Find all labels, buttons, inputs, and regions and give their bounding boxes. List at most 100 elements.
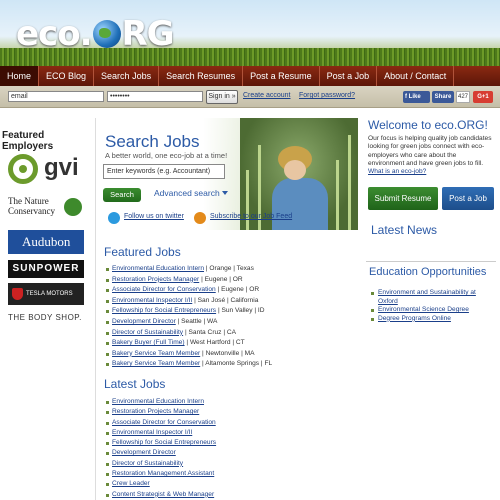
featured-employers-heading: Featured Employers: [2, 130, 54, 152]
job-location: | Eugene | OR: [217, 286, 260, 294]
google-plus-button[interactable]: G+1: [473, 91, 493, 103]
job-link[interactable]: Bakery Service Team Member: [112, 350, 200, 357]
list-item: Bakery Service Team Member | Newtonville…: [106, 349, 356, 360]
sign-in-button[interactable]: Sign in »: [206, 90, 238, 104]
welcome-heading: Welcome to eco.ORG!: [368, 118, 488, 132]
list-item: Crew Leader: [106, 479, 356, 489]
job-link[interactable]: Fellowship for Social Entrepreneurs: [112, 307, 216, 314]
list-item: Associate Director for Conservation: [106, 418, 356, 428]
list-item: Environmental Science Degree: [371, 306, 495, 315]
list-item: Development Director | Seattle | WA: [106, 317, 356, 328]
facebook-share-button[interactable]: Share: [432, 91, 454, 103]
job-link[interactable]: Director of Sustainability: [112, 460, 183, 467]
nav-post-job[interactable]: Post a Job: [320, 66, 378, 86]
list-item: Fellowship for Social Entrepreneurs | Su…: [106, 306, 356, 317]
gvi-logo-icon: [8, 154, 38, 184]
education-link[interactable]: Degree Programs Online: [378, 315, 451, 322]
nav-search-jobs[interactable]: Search Jobs: [94, 66, 160, 86]
job-link[interactable]: Environmental Education Intern: [112, 398, 204, 405]
job-link[interactable]: Associate Director for Conservation: [112, 419, 216, 426]
job-link[interactable]: Content Strategist & Web Manager: [112, 491, 214, 498]
search-jobs-heading: Search Jobs: [105, 132, 200, 151]
latest-jobs-list: Environmental Education Intern Restorati…: [106, 397, 356, 500]
latest-jobs-heading: Latest Jobs: [104, 377, 166, 391]
job-location: | San José | California: [194, 296, 259, 304]
list-item: Environment and Sustainability at Oxford: [371, 289, 495, 306]
gvi-logo-text: gvi: [44, 154, 79, 181]
logo-text-rg: RG: [121, 14, 175, 54]
login-bar: email •••••••• Sign in » Create account …: [0, 86, 500, 108]
job-feed-link[interactable]: Subscribe to our Job Feed: [210, 213, 292, 220]
list-item: Director of Sustainability: [106, 459, 356, 469]
employer-logo-audubon[interactable]: Audubon: [8, 230, 84, 254]
job-link[interactable]: Bakery Service Team Member: [112, 360, 200, 367]
education-link[interactable]: Environment and Sustainability at Oxford: [378, 289, 476, 305]
list-item: Restoration Projects Manager: [106, 407, 356, 417]
email-field[interactable]: email: [8, 91, 104, 102]
nav-about-contact[interactable]: About / Contact: [377, 66, 455, 86]
job-link[interactable]: Restoration Management Assistant: [112, 470, 214, 477]
create-account-link[interactable]: Create account: [243, 92, 290, 99]
logo-text-eco: eco.: [16, 14, 92, 54]
nav-post-resume[interactable]: Post a Resume: [243, 66, 320, 86]
keyword-search-input[interactable]: Enter keywords (e.g. Accountant): [103, 164, 225, 179]
list-item: Bakery Buyer (Full Time) | West Hartford…: [106, 338, 356, 349]
rss-icon[interactable]: [194, 212, 206, 224]
job-link[interactable]: Fellowship for Social Entrepreneurs: [112, 439, 216, 446]
job-link[interactable]: Restoration Projects Manager: [112, 408, 199, 415]
job-link[interactable]: Crew Leader: [112, 480, 150, 487]
nav-search-resumes[interactable]: Search Resumes: [159, 66, 244, 86]
nav-home[interactable]: Home: [0, 66, 40, 86]
leaf-icon: [64, 198, 82, 216]
list-item: Director of Sustainability | Santa Cruz …: [106, 328, 356, 339]
job-link[interactable]: Environmental Education Intern: [112, 265, 204, 272]
facebook-like-button[interactable]: f Like: [403, 91, 430, 103]
job-link[interactable]: Development Director: [112, 318, 176, 325]
list-item: Environmental Inspector I/II: [106, 428, 356, 438]
submit-resume-button[interactable]: Submit Resume: [368, 187, 438, 210]
fb-like-label: Like: [408, 94, 421, 100]
advanced-search-link[interactable]: Advanced search: [154, 188, 228, 198]
featured-employers-sidebar: Featured Employers gvi The Nature Conser…: [0, 118, 96, 500]
list-item: Restoration Management Assistant: [106, 469, 356, 479]
post-job-button[interactable]: Post a Job: [442, 187, 494, 210]
twitter-icon[interactable]: [108, 212, 120, 224]
forgot-password-link[interactable]: Forgot password?: [299, 92, 355, 99]
job-location: | Sun Valley | ID: [217, 307, 265, 315]
employer-logo-sunpower[interactable]: SUNPOWER: [8, 260, 84, 278]
list-item: Environmental Inspector I/II | San José …: [106, 296, 356, 307]
list-item: Restoration Projects Manager | Eugene | …: [106, 275, 356, 286]
job-link[interactable]: Development Director: [112, 449, 176, 456]
job-link[interactable]: Director of Sustainability: [112, 329, 183, 336]
list-item: Environmental Education Intern: [106, 397, 356, 407]
job-link[interactable]: Restoration Projects Manager: [112, 276, 199, 283]
what-is-eco-job-link[interactable]: What is an eco-job?: [368, 168, 426, 175]
welcome-blurb: Our focus is helping quality job candida…: [368, 135, 494, 176]
blurb-text: Our focus is helping quality job candida…: [368, 135, 492, 167]
employer-logo-tesla[interactable]: TESLA MOTORS: [8, 283, 84, 305]
password-field[interactable]: ••••••••: [107, 91, 203, 102]
list-item: Development Director: [106, 448, 356, 458]
nav-eco-blog[interactable]: ECO Blog: [39, 66, 95, 86]
follow-twitter-link[interactable]: Follow us on twitter: [124, 213, 184, 220]
job-link[interactable]: Bakery Buyer (Full Time): [112, 339, 185, 346]
job-location: | Santa Cruz | CA: [184, 328, 237, 336]
education-link[interactable]: Environmental Science Degree: [378, 306, 469, 313]
job-link[interactable]: Associate Director for Conservation: [112, 286, 216, 293]
job-link[interactable]: Environmental Inspector I/II: [112, 297, 192, 304]
caret-down-icon: [221, 191, 228, 195]
list-item: Fellowship for Social Entrepreneurs: [106, 438, 356, 448]
advanced-search-label: Advanced search: [154, 188, 220, 198]
featured-jobs-list: Environmental Education Intern | Orange …: [106, 264, 356, 370]
search-button[interactable]: Search: [103, 188, 141, 202]
employer-logo-nature-conservancy[interactable]: The Nature Conservancy: [8, 196, 86, 224]
job-location: | Altamonte Springs | FL: [202, 360, 273, 368]
job-location: | Orange | Texas: [205, 265, 254, 272]
employer-logo-body-shop[interactable]: THE BODY SHOP.: [8, 313, 88, 322]
tesla-logo-text: TESLA MOTORS: [26, 291, 73, 297]
list-item: Degree Programs Online: [371, 315, 495, 324]
job-location: | Newtonville | MA: [202, 349, 255, 357]
job-link[interactable]: Environmental Inspector I/II: [112, 429, 192, 436]
site-logo[interactable]: eco. RG: [16, 14, 175, 54]
employer-logo-gvi[interactable]: gvi: [8, 152, 84, 188]
